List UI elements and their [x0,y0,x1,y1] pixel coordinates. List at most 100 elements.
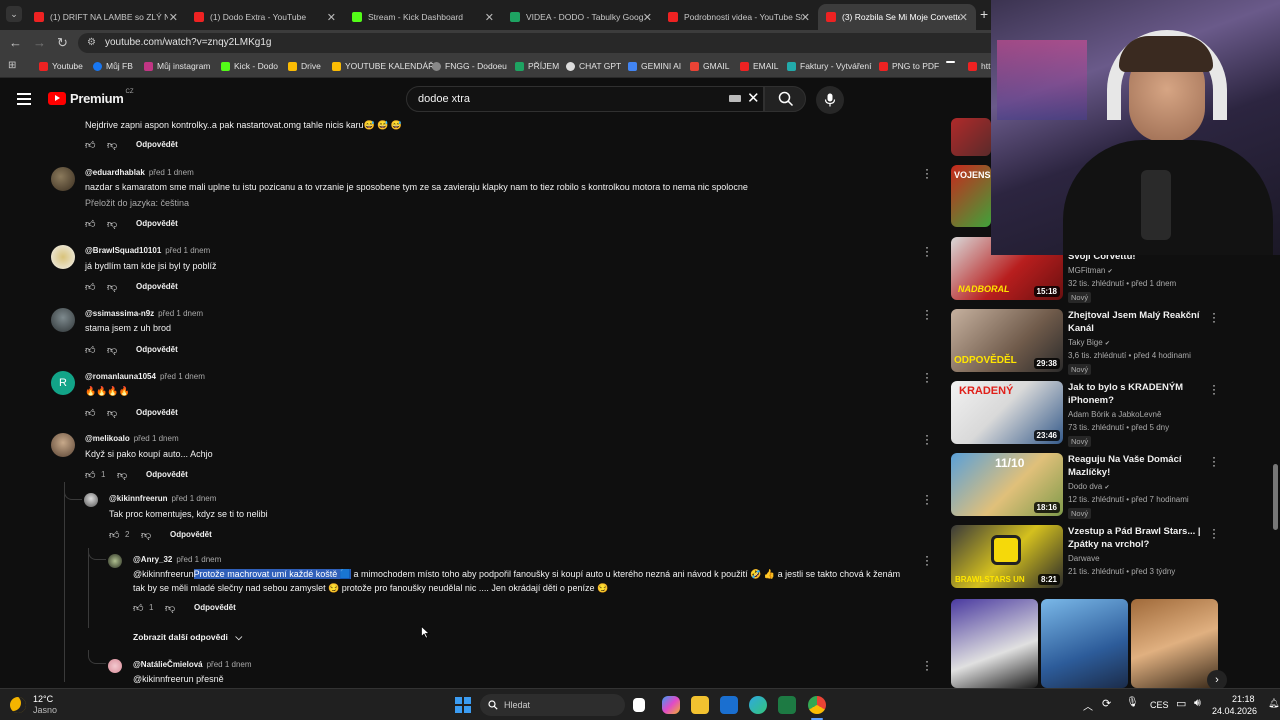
bookmark-extra[interactable] [946,61,959,63]
channel-name[interactable]: MGFitman [1068,266,1105,275]
avatar[interactable] [51,308,75,332]
avatar[interactable] [51,167,75,191]
tab-3[interactable]: Stream - Kick Dashboard ✕ [344,4,502,30]
more-actions-icon[interactable]: · · · [924,429,930,449]
video-thumbnail[interactable]: BRAWLSTARS UN 8:21 [951,525,1063,588]
like-icon[interactable]: 👍︎ [85,218,95,230]
video-channel[interactable]: Taky Bige ✔ [1068,338,1110,347]
avatar[interactable] [51,433,75,457]
video-thumbnail[interactable] [951,118,991,156]
close-icon[interactable]: ✕ [485,11,494,24]
short-thumbnail[interactable] [951,599,1038,688]
more-actions-icon[interactable]: · · · [1211,451,1217,471]
reply-author[interactable]: @NatálieČmielová před 1 dnem [133,660,252,669]
tab-4[interactable]: VIDEA - DODO - Tabulky Googl ✕ [502,4,660,30]
more-actions-icon[interactable]: · · · [924,163,930,183]
comment-author[interactable]: @ssimassima-n9z před 1 dnem [85,309,203,318]
avatar[interactable] [51,245,75,269]
close-icon[interactable]: ✕ [801,11,810,24]
more-actions-icon[interactable]: · · · [924,655,930,675]
comment-author[interactable]: @romanlauna1054 před 1 dnem [85,372,205,381]
tab-search-button[interactable]: ⌄ [6,6,22,22]
bookmark-prijem[interactable]: PŘÍJEM [515,61,559,71]
language-indicator[interactable]: CES [1150,700,1169,710]
comment-author[interactable]: @eduardhablak před 1 dnem [85,168,194,177]
outlook-icon[interactable] [720,696,738,714]
forward-arrow-icon[interactable]: → [33,35,46,50]
video-title[interactable]: Zhejtoval Jsem Malý Reakční Kanál [1068,309,1204,335]
back-arrow-icon[interactable]: ← [9,35,22,50]
video-thumbnail[interactable]: 11/10 18:16 [951,453,1063,516]
author-name[interactable]: @kikinnfreerun [109,494,167,503]
edge-icon[interactable] [749,696,767,714]
author-name[interactable]: @romanlauna1054 [85,372,156,381]
like-icon[interactable]: 👍︎ [109,529,119,541]
reply-author[interactable]: @kikinnfreerun před 1 dnem [109,494,216,503]
taskbar-search[interactable]: Hledat [480,694,625,716]
bookmark-htt[interactable]: htt [968,61,990,71]
bookmark-youtube-calendar[interactable]: YOUTUBE KALENDÁŘ [332,61,434,71]
comment-time[interactable]: před 1 dnem [158,309,203,318]
video-title[interactable]: Jak to bylo s KRADENÝM iPhonem? [1068,381,1204,407]
comment-author[interactable]: @BrawlSquad10101 před 1 dnem [85,246,210,255]
mention-link[interactable]: @kikinnfreerun [133,569,194,579]
video-thumbnail[interactable]: ODPOVĚDĚL 29:38 [951,309,1063,372]
translate-link[interactable]: Přeložit do jazyka: čeština [85,198,189,208]
clock-time[interactable]: 21:18 [1232,694,1255,704]
dislike-icon[interactable]: 👎︎ [117,469,127,481]
more-actions-icon[interactable]: · · · [924,241,930,261]
more-actions-icon[interactable]: · · · [924,489,930,509]
comment-time[interactable]: před 1 dnem [207,660,252,669]
more-actions-icon[interactable]: · · · [1211,379,1217,399]
bookmark-kick[interactable]: Kick - Dodo [221,61,278,71]
video-channel[interactable]: Darwave [1068,554,1100,563]
author-name[interactable]: @BrawlSquad10101 [85,246,161,255]
reply-button[interactable]: Odpovědět [194,603,236,612]
bookmark-faktury[interactable]: Faktury - Vytváření [787,61,871,71]
site-info-icon[interactable]: ⚙ [87,37,96,48]
tray-sync-icon[interactable]: ⟳ [1102,697,1111,710]
author-name[interactable]: @melikoalo [85,434,130,443]
search-button[interactable] [764,86,806,112]
file-explorer-icon[interactable] [691,696,709,714]
youtube-premium-logo[interactable]: Premium CZ [48,89,134,106]
bookmark-fngg[interactable]: FNGG - Dodoeu [432,61,507,71]
comment-time[interactable]: před 1 dnem [176,555,221,564]
volume-icon[interactable]: 🔊︎ [1194,697,1201,710]
comment-time[interactable]: před 1 dnem [171,494,216,503]
keyboard-icon[interactable] [729,95,741,102]
more-actions-icon[interactable]: · · · [1211,523,1217,543]
dislike-icon[interactable]: 👎︎ [141,529,151,541]
reload-icon[interactable]: ↻ [57,35,68,51]
chrome-icon[interactable] [808,696,826,714]
reply-button[interactable]: Odpovědět [146,470,188,479]
like-icon[interactable]: 👍︎ [85,469,95,481]
comment-time[interactable]: před 1 dnem [134,434,179,443]
tab-2[interactable]: (1) Dodo Extra - YouTube ✕ [186,4,344,30]
reply-button[interactable]: Odpovědět [136,345,178,354]
reply-button[interactable]: Odpovědět [136,282,178,291]
search-input[interactable]: dodoe xtra ✕ [406,86,764,112]
carousel-next-button[interactable]: › [1207,670,1227,690]
bookmark-facebook[interactable]: Můj FB [93,61,133,71]
author-name[interactable]: @NatálieČmielová [133,660,203,669]
bookmark-drive[interactable]: Drive [288,61,321,71]
avatar[interactable]: R [51,371,75,395]
network-icon[interactable]: ▭ [1176,697,1186,710]
video-channel[interactable]: Dodo dva ✔ [1068,482,1110,491]
bookmark-email[interactable]: EMAIL [740,61,779,71]
channel-name[interactable]: Dodo dva [1068,482,1102,491]
excel-icon[interactable] [778,696,796,714]
like-icon[interactable]: 👍︎ [85,407,95,419]
dislike-icon[interactable]: 👎︎ [107,281,117,293]
video-title[interactable]: Vzestup a Pád Brawl Stars... | Zpátky na… [1068,525,1204,551]
comment-author[interactable]: @melikoalo před 1 dnem [85,434,179,443]
clear-search-icon[interactable]: ✕ [747,89,760,107]
close-icon[interactable]: ✕ [169,11,178,24]
bookmark-png-to-pdf[interactable]: PNG to PDF [879,61,939,71]
close-icon[interactable]: ✕ [643,11,652,24]
bookmark-gmail[interactable]: GMAIL [690,61,729,71]
dislike-icon[interactable]: 👎︎ [107,407,117,419]
close-icon[interactable]: ✕ [327,11,336,24]
bookmark-instagram[interactable]: Můj instagram [144,61,210,71]
